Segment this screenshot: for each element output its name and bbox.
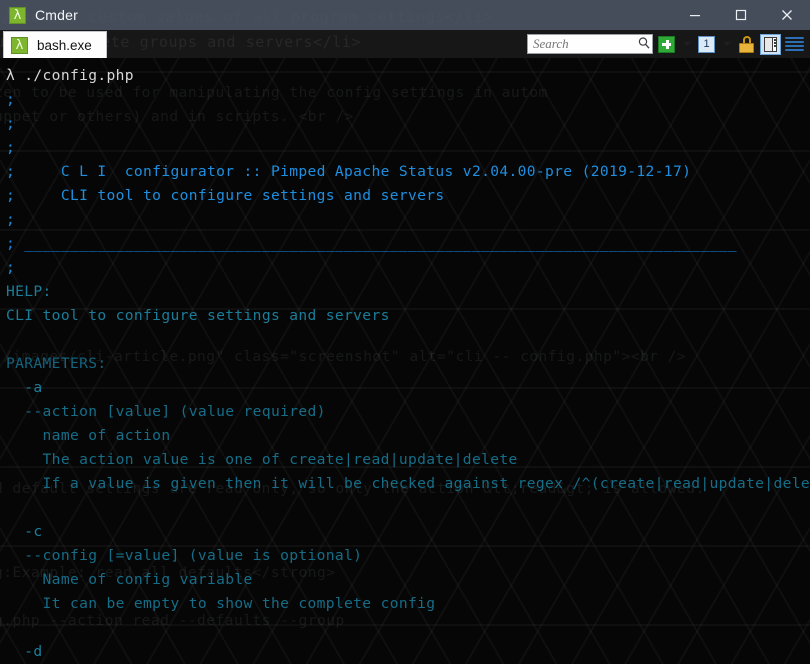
- terminal-line: ; CLI tool to configure settings and ser…: [6, 187, 445, 204]
- terminal-line: ; ______________________________________…: [6, 235, 737, 252]
- plus-icon: [658, 35, 675, 53]
- minimize-button[interactable]: [672, 0, 718, 30]
- tab-bar[interactable]: λ bash.exe 1: [0, 30, 810, 58]
- terminal-viewport[interactable]: ten to be used for manipulating the conf…: [0, 58, 810, 664]
- search-box[interactable]: [527, 34, 653, 54]
- terminal-line: --config [=value] (value is optional): [6, 547, 363, 564]
- terminal-line: -c: [6, 523, 43, 540]
- new-console-dropdown[interactable]: [680, 34, 693, 55]
- terminal-line: PARAMETERS:: [6, 355, 107, 372]
- terminal-line: It can be empty to show the complete con…: [6, 595, 436, 612]
- terminal-output: λ ./config.php;;;; C L I configurator ::…: [0, 58, 810, 664]
- tab-strip: λ bash.exe: [0, 30, 107, 58]
- terminal-line: -a: [6, 379, 43, 396]
- terminal-line: ;: [6, 259, 16, 276]
- title-bar[interactable]: λ Cmder: [0, 0, 810, 30]
- terminal-line: ;: [6, 91, 16, 108]
- hamburger-menu-button[interactable]: [784, 34, 805, 55]
- terminal-line: name of action: [6, 427, 171, 444]
- chevron-down-icon: [722, 42, 731, 46]
- terminal-line: The action value is one of create|read|u…: [6, 451, 518, 468]
- active-console-dropdown[interactable]: [720, 34, 733, 55]
- terminal-line: Name of config variable: [6, 571, 253, 588]
- lambda-icon: λ: [11, 36, 28, 54]
- terminal-line: If a value is given then it will be chec…: [6, 475, 810, 492]
- tab-label: bash.exe: [37, 37, 92, 53]
- terminal-line: ;: [6, 139, 16, 156]
- console-number-icon: 1: [698, 35, 715, 53]
- lock-button[interactable]: [736, 34, 757, 55]
- window-title: Cmder: [35, 7, 79, 23]
- new-console-button[interactable]: [656, 34, 677, 55]
- lambda-icon: λ: [9, 6, 26, 24]
- toolbar: 1: [527, 33, 810, 55]
- tab-bash-exe[interactable]: λ bash.exe: [3, 31, 107, 58]
- terminal-line: HELP:: [6, 283, 52, 300]
- close-button[interactable]: [764, 0, 810, 30]
- terminal-line: ;: [6, 211, 16, 228]
- terminal-line: ; C L I configurator :: Pimped Apache St…: [6, 163, 692, 180]
- magnifier-icon[interactable]: [637, 35, 651, 54]
- terminal-line: λ ./config.php: [6, 67, 134, 84]
- maximize-button[interactable]: [718, 0, 764, 30]
- terminal-line: --action [value] (value required): [6, 403, 326, 420]
- terminal-line: -d: [6, 643, 43, 660]
- split-panel-button[interactable]: [760, 33, 781, 55]
- cmder-window: ten to be used for manipulating the conf…: [0, 0, 810, 664]
- hamburger-menu-icon: [785, 36, 804, 52]
- search-input[interactable]: [533, 36, 637, 52]
- window-controls: [672, 0, 810, 30]
- lock-icon: [739, 35, 754, 53]
- terminal-line: CLI tool to configure settings and serve…: [6, 307, 390, 324]
- terminal-line: ;: [6, 115, 16, 132]
- active-console-button[interactable]: 1: [696, 34, 717, 55]
- chevron-down-icon: [682, 42, 691, 46]
- split-panel-icon: [764, 36, 777, 52]
